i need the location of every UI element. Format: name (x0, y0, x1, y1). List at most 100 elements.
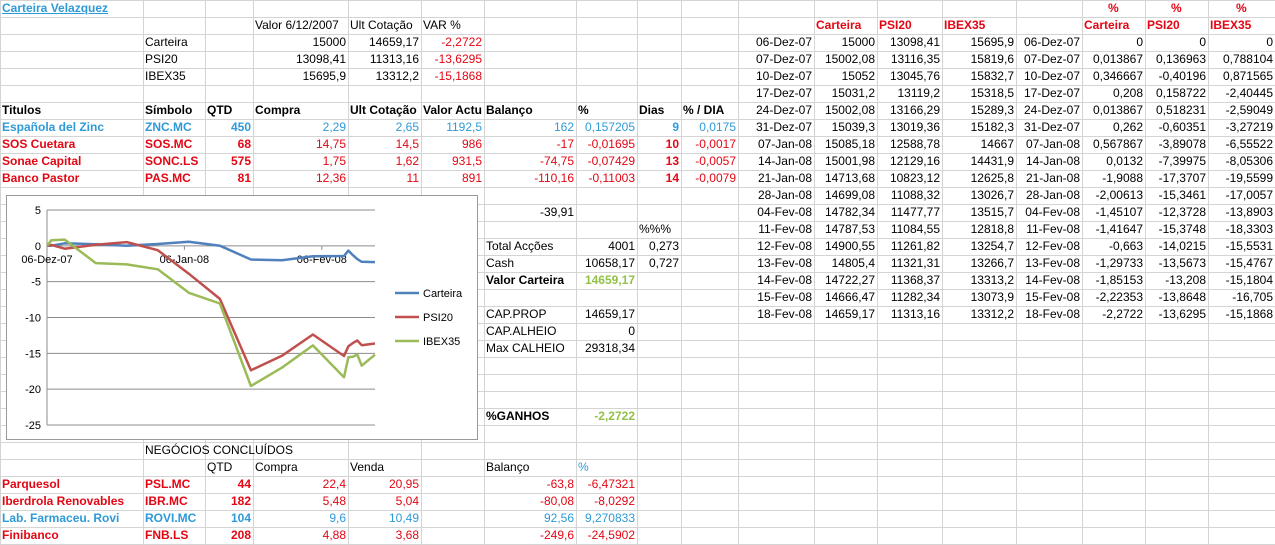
total-accoes-value: 4001 (608, 239, 635, 253)
history-ibex35: 14667 (980, 137, 1014, 151)
closed-deal-balanco: -249,6 (539, 528, 574, 542)
holding-qtd: 68 (237, 137, 251, 151)
closed-header-qtd: QTD (207, 460, 233, 474)
history-psi20: 13045,76 (889, 69, 940, 83)
history-pct-ibex35: -18,3303 (1225, 222, 1273, 236)
history-pct-header-psi20: PSI20 (1147, 18, 1180, 32)
holding-name: Banco Pastor (2, 171, 80, 185)
cap-prop-label: CAP.PROP (486, 307, 547, 321)
history-pct-psi20: -0,40196 (1158, 69, 1206, 83)
closed-header-pct: % (578, 460, 589, 474)
holding-pct: -0,11003 (588, 171, 635, 185)
history-ibex35: 15318,5 (970, 86, 1014, 100)
summary-row-valor: 15695,9 (302, 69, 346, 83)
history-psi20: 11261,82 (890, 239, 940, 253)
history-carteira: 15052 (841, 69, 875, 83)
summary-row-var: -2,2722 (441, 35, 482, 49)
holding-qtd: 81 (237, 171, 251, 185)
history-date: 17-Dez-07 (755, 86, 812, 100)
history-pct-carteira: 0,013867 (1092, 52, 1143, 66)
closed-deal-name: Parquesol (2, 477, 61, 491)
y-tick-label: -10 (25, 313, 41, 325)
closed-deal-compra: 4,88 (322, 528, 346, 542)
closed-deal-pct: -24,5902 (587, 528, 635, 542)
history-date-2: 07-Dez-07 (1023, 52, 1080, 66)
history-pct-ibex35: -6,55522 (1225, 137, 1273, 151)
history-pct-psi20: -13,5673 (1158, 256, 1206, 270)
performance-chart[interactable]: 5 0 -5 -10 -15 -20 -25 06-Dez-07 06-Jan-08 06-Fev… (6, 195, 478, 440)
history-date-2: 31-Dez-07 (1023, 120, 1080, 134)
holding-compra: 1,75 (322, 154, 346, 168)
holdings-header-titulos: Titulos (2, 103, 42, 117)
holding-valor: 986 (461, 137, 482, 151)
history-carteira: 14782,34 (824, 205, 875, 219)
history-psi20: 12588,78 (889, 137, 940, 151)
closed-deal-symbol: PSL.MC (145, 477, 191, 491)
holding-valor: 891 (461, 171, 482, 185)
history-date-2: 17-Dez-07 (1023, 86, 1080, 100)
history-pct-header-ibex35: IBEX35 (1210, 18, 1252, 32)
history-date: 14-Fev-08 (757, 273, 812, 287)
history-carteira: 14900,55 (824, 239, 875, 253)
history-pct-carteira: -1,85153 (1095, 273, 1143, 287)
y-tick-label: -25 (25, 420, 41, 432)
history-carteira: 15002,08 (824, 52, 875, 66)
summary-row-label: Carteira (145, 35, 188, 49)
summary-row-var: -13,6295 (434, 52, 482, 66)
history-pct-ibex35: 0 (1266, 35, 1273, 49)
closed-deal-compra: 5,48 (322, 494, 346, 508)
history-carteira: 15085,18 (824, 137, 875, 151)
history-pct-mark: % (1236, 1, 1247, 15)
holding-dias: 10 (665, 137, 679, 151)
closed-deal-qtd: 44 (237, 477, 251, 491)
history-date: 28-Jan-08 (757, 188, 812, 202)
history-ibex35: 13073,9 (970, 290, 1014, 304)
closed-deal-pct: -6,47321 (587, 477, 635, 491)
closed-deal-name: Finibanco (2, 528, 59, 542)
summary-row-ult: 14659,17 (368, 35, 419, 49)
closed-deal-qtd: 182 (230, 494, 251, 508)
holding-pct-dia: 0,0175 (699, 120, 736, 134)
sheet-title-link[interactable]: Carteira Velazquez (2, 0, 141, 17)
holding-name: Española del Zinc (2, 120, 105, 134)
closed-deal-symbol: ROVI.MC (145, 511, 197, 525)
history-date-2: 14-Fev-08 (1025, 273, 1080, 287)
summary-row-ult: 11313,16 (369, 52, 419, 66)
history-ibex35: 14431,9 (970, 154, 1014, 168)
history-carteira: 14713,68 (824, 171, 875, 185)
legend-label: Carteira (423, 288, 463, 300)
y-tick-label: -20 (25, 384, 41, 396)
history-header-ibex35: IBEX35 (944, 18, 986, 32)
history-date: 12-Fev-08 (757, 239, 812, 253)
closed-deal-qtd: 104 (230, 511, 251, 525)
summary-row-var: -15,1868 (434, 69, 482, 83)
history-pct-psi20: -0,60351 (1158, 120, 1206, 134)
holding-balanco: -17 (556, 137, 574, 151)
holding-pct-dia: -0,0017 (695, 137, 736, 151)
summary-row-label: IBEX35 (145, 69, 186, 83)
total-accoes-label: Total Acções (486, 239, 554, 253)
history-carteira: 14699,08 (824, 188, 875, 202)
history-ibex35: 15289,3 (970, 103, 1014, 117)
holding-compra: 12,36 (315, 171, 346, 185)
history-pct-carteira: 0,0132 (1106, 154, 1143, 168)
chart-canvas: 50-5-10-15-20-2506-Dez-07 06-Jan-08 06-Fev… (21, 205, 463, 432)
closed-deal-balanco: -80,08 (539, 494, 574, 508)
history-ibex35: 15819,6 (970, 52, 1014, 66)
cap-alheio-value: 0 (628, 324, 635, 338)
history-date-2: 04-Fev-08 (1025, 205, 1080, 219)
holding-symbol: SONC.LS (145, 154, 199, 168)
summary-row-label: PSI20 (145, 52, 178, 66)
history-date: 18-Fev-08 (757, 307, 812, 321)
history-date-2: 21-Jan-08 (1025, 171, 1080, 185)
history-carteira: 15000 (841, 35, 875, 49)
history-pct-carteira: -1,29733 (1095, 256, 1143, 270)
holding-symbol: SOS.MC (145, 137, 193, 151)
summary-row-ult: 13312,2 (375, 69, 419, 83)
ganhos-label: %GANHOS (486, 409, 550, 423)
history-psi20: 11084,55 (890, 222, 940, 236)
history-pct-ibex35: -15,4767 (1225, 256, 1273, 270)
history-carteira: 14805,4 (831, 256, 875, 270)
history-pct-psi20: -15,3461 (1158, 188, 1206, 202)
history-pct-ibex35: -19,5599 (1225, 171, 1273, 185)
